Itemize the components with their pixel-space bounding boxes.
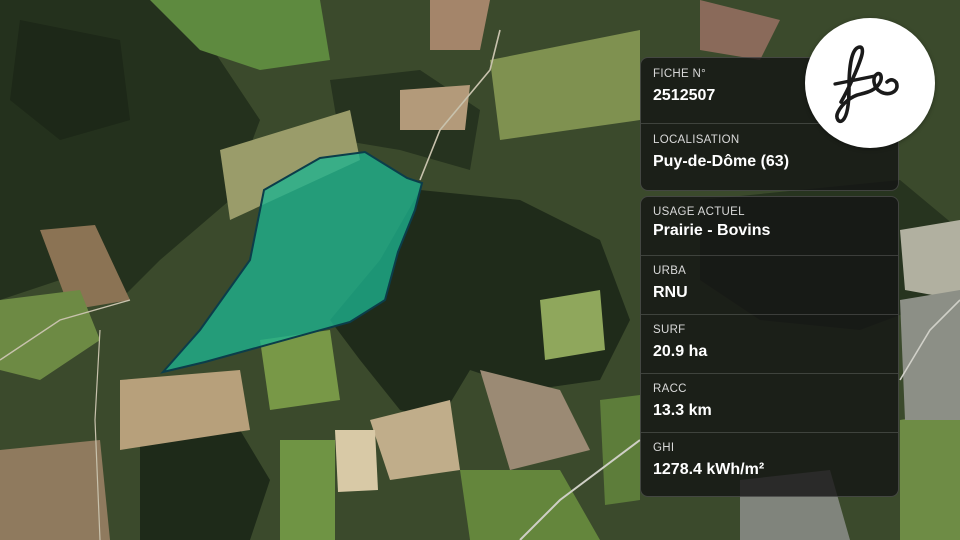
surf-value: 20.9 ha [653, 343, 708, 360]
field [600, 395, 640, 505]
usage-row: USAGE ACTUEL Prairie - Bovins [641, 197, 898, 256]
details-card: USAGE ACTUEL Prairie - Bovins URBA RNU S… [640, 196, 899, 497]
ghi-row: GHI 1278.4 kWh/m² [641, 433, 898, 492]
field [900, 220, 960, 300]
surf-label: SURF [653, 324, 686, 336]
racc-row: RACC 13.3 km [641, 374, 898, 433]
usage-value: Prairie - Bovins [653, 222, 771, 239]
fs-logo-icon [805, 18, 935, 148]
field [0, 440, 110, 540]
field [335, 430, 378, 492]
racc-label: RACC [653, 383, 687, 395]
usage-label: USAGE ACTUEL [653, 206, 745, 218]
ghi-label: GHI [653, 442, 675, 454]
urba-label: URBA [653, 265, 687, 277]
racc-value: 13.3 km [653, 402, 712, 419]
field [430, 0, 490, 50]
ghi-value: 1278.4 kWh/m² [653, 461, 765, 478]
urba-row: URBA RNU [641, 256, 898, 315]
field [900, 410, 960, 540]
localisation-value: Puy-de-Dôme (63) [653, 153, 790, 170]
field [280, 440, 335, 540]
field [540, 290, 605, 360]
surf-row: SURF 20.9 ha [641, 315, 898, 374]
urba-value: RNU [653, 284, 688, 301]
